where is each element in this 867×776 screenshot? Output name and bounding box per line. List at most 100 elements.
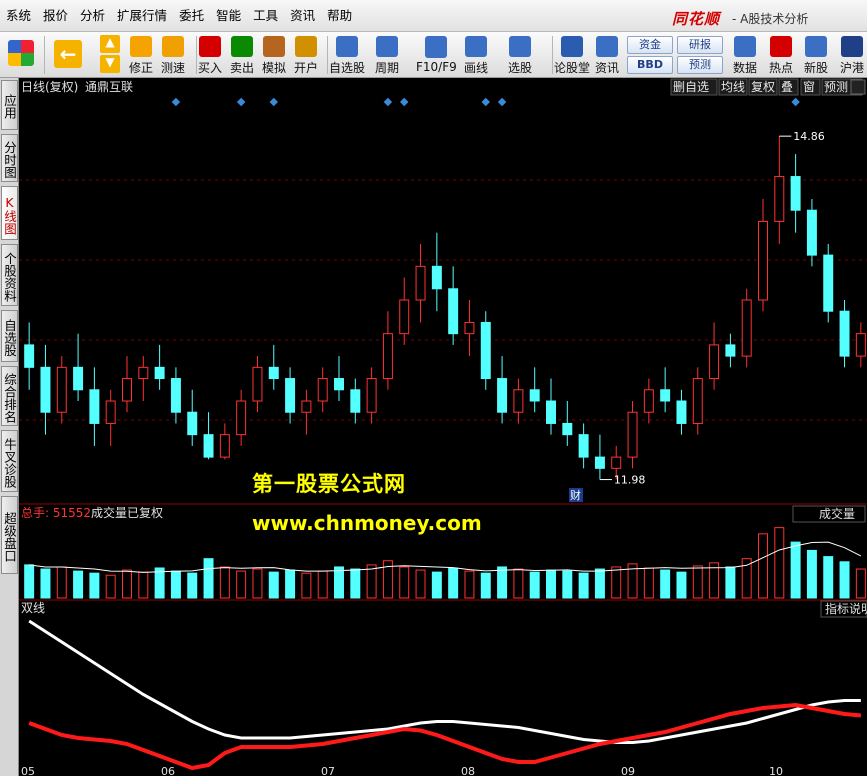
menu-item[interactable]: 帮助 (321, 0, 358, 32)
side-tab[interactable]: 综合排名 (1, 366, 18, 426)
menu-item[interactable]: 扩展行情 (111, 0, 173, 32)
toolbar-button-clock[interactable]: 测速 (161, 34, 185, 76)
toolbar-button-forum[interactable]: 论股堂 (554, 34, 590, 76)
capital-button[interactable]: 资金 (627, 36, 673, 54)
next-arrow-icon[interactable] (850, 79, 866, 95)
candle-body (611, 456, 622, 469)
toolbar-button-label: 卖出 (230, 61, 255, 75)
forecast-button[interactable]: 预测 (677, 56, 723, 74)
side-tab[interactable]: 应用 (1, 80, 18, 130)
toolbar-button-pe[interactable]: 数据 (733, 34, 757, 76)
side-tab[interactable]: 分时图 (1, 134, 18, 182)
refresh-icon (130, 36, 152, 57)
volume-bar (692, 565, 703, 599)
side-tab[interactable]: 个股资料 (1, 244, 18, 306)
toolbar-button-label: 开户 (294, 61, 319, 75)
news-icon (596, 36, 618, 57)
arrow-down-icon: ▼ (100, 55, 120, 73)
signal-marker-icon (269, 97, 279, 107)
candle-body (692, 378, 703, 424)
toolbar-button-lock[interactable]: 开户 (294, 34, 318, 76)
side-tab[interactable]: 牛叉诊股 (1, 430, 18, 492)
side-tab[interactable]: K线图 (1, 186, 18, 240)
candle-body (578, 434, 589, 458)
volume-bar (73, 570, 84, 599)
toolbar-button-buy[interactable]: 买入 (198, 34, 222, 76)
menu-item[interactable]: 资讯 (284, 0, 321, 32)
toolbar-button-pen[interactable]: 画线 (464, 34, 488, 76)
candle-body (399, 299, 410, 335)
volume-bar (366, 564, 377, 599)
candle-body (89, 389, 100, 424)
signal-marker-icon (171, 97, 181, 107)
candle-body (660, 389, 671, 402)
side-tab[interactable]: 自选股 (1, 310, 18, 362)
kline-stock-name: 通鼎互联 (85, 80, 133, 94)
toolbar-button-hk-connect[interactable]: 沪港 (840, 34, 864, 76)
x-axis-label: 08 (461, 765, 475, 776)
menu-item[interactable]: 工具 (247, 0, 284, 32)
candle-body (497, 378, 508, 413)
back-button[interactable]: ← (54, 34, 82, 76)
side-tabs: 应用分时图 K线图个股资料自选股综合排名牛叉诊股超级盘口 (0, 78, 19, 776)
menu-item[interactable]: 智能 (210, 0, 247, 32)
volume-bar (643, 567, 654, 599)
indicator-help-label: 指标说明 (825, 601, 867, 616)
volume-bar (236, 570, 247, 599)
toolbar-button-label: F10/F9 (416, 60, 457, 74)
toolbar-button-label: 论股堂 (554, 61, 591, 75)
side-tab[interactable]: 超级盘口 (1, 496, 18, 574)
toolbar-button-label: 修正 (129, 61, 154, 75)
volume-bar (154, 567, 165, 599)
layout-button[interactable] (8, 34, 34, 76)
toolbar-button-label: 新股 (804, 61, 829, 75)
toolbar-button-f10[interactable]: F10/F9 (416, 34, 457, 76)
toolbar-button-ipo[interactable]: 新股 (804, 34, 828, 76)
toolbar-button-cycle[interactable]: 周期 (375, 34, 399, 76)
volume-indicator-label: 成交量 (819, 506, 855, 521)
toolbar-button-hammer[interactable]: 模拟 (262, 34, 286, 76)
candle-body (758, 220, 768, 301)
toolbar-button-star-list[interactable]: 自选股 (329, 34, 365, 76)
candle-body (301, 400, 312, 413)
finance-badge-label: 财 (570, 488, 581, 502)
volume-bar (285, 569, 296, 599)
toolbar-button-sell[interactable]: 卖出 (230, 34, 254, 76)
watermark-title: 第一股票公式网 (252, 472, 406, 496)
indicator-red-line (28, 702, 862, 771)
toolbar-button-label: 测速 (161, 61, 186, 75)
candle-body (187, 411, 198, 436)
signal-marker-icon (497, 97, 507, 107)
candle-body (105, 400, 116, 424)
toolbar-button-label: 买入 (198, 61, 223, 75)
volume-bar (464, 570, 475, 599)
volume-bar (219, 566, 230, 599)
x-axis-label: 06 (161, 765, 175, 776)
volume-bar (513, 568, 524, 599)
up-down-button[interactable]: ▲ ▼ (100, 34, 120, 76)
bbd-button[interactable]: BBD (627, 56, 673, 74)
menu-item[interactable]: 委托 (173, 0, 210, 32)
toolbar-button-stock-pick[interactable]: 选股 (508, 34, 532, 76)
toolbar-button-label: 周期 (375, 61, 400, 75)
candle-body (562, 422, 573, 436)
toolbar-button-news[interactable]: 资讯 (595, 34, 619, 76)
hot-icon (770, 36, 792, 57)
toolbar-button-refresh[interactable]: 修正 (129, 34, 153, 76)
candle-body (480, 321, 491, 380)
menu-item[interactable]: 报价 (37, 0, 74, 32)
chart-canvas[interactable]: 日线(复权) 通鼎互联 删自选 均线 复权叠窗预测 14.86 11.98 财总手: 5155… (19, 78, 867, 776)
signal-marker-icon (383, 97, 393, 107)
kline-period-label: 日线(复权) (21, 80, 78, 94)
menu-item[interactable]: 分析 (74, 0, 111, 32)
volume-bar (774, 527, 785, 599)
candle-body (741, 299, 752, 357)
candle-body (350, 389, 361, 413)
toolbar-button-hot[interactable]: 热点 (769, 34, 793, 76)
toolbar-button-label: 数据 (733, 61, 758, 75)
research-button[interactable]: 研报 (677, 36, 723, 54)
menu-item[interactable]: 系统 (0, 0, 37, 32)
candle-body (366, 378, 377, 413)
volume-bar (252, 568, 263, 599)
kline-header-button-label: 预测 (824, 80, 848, 94)
